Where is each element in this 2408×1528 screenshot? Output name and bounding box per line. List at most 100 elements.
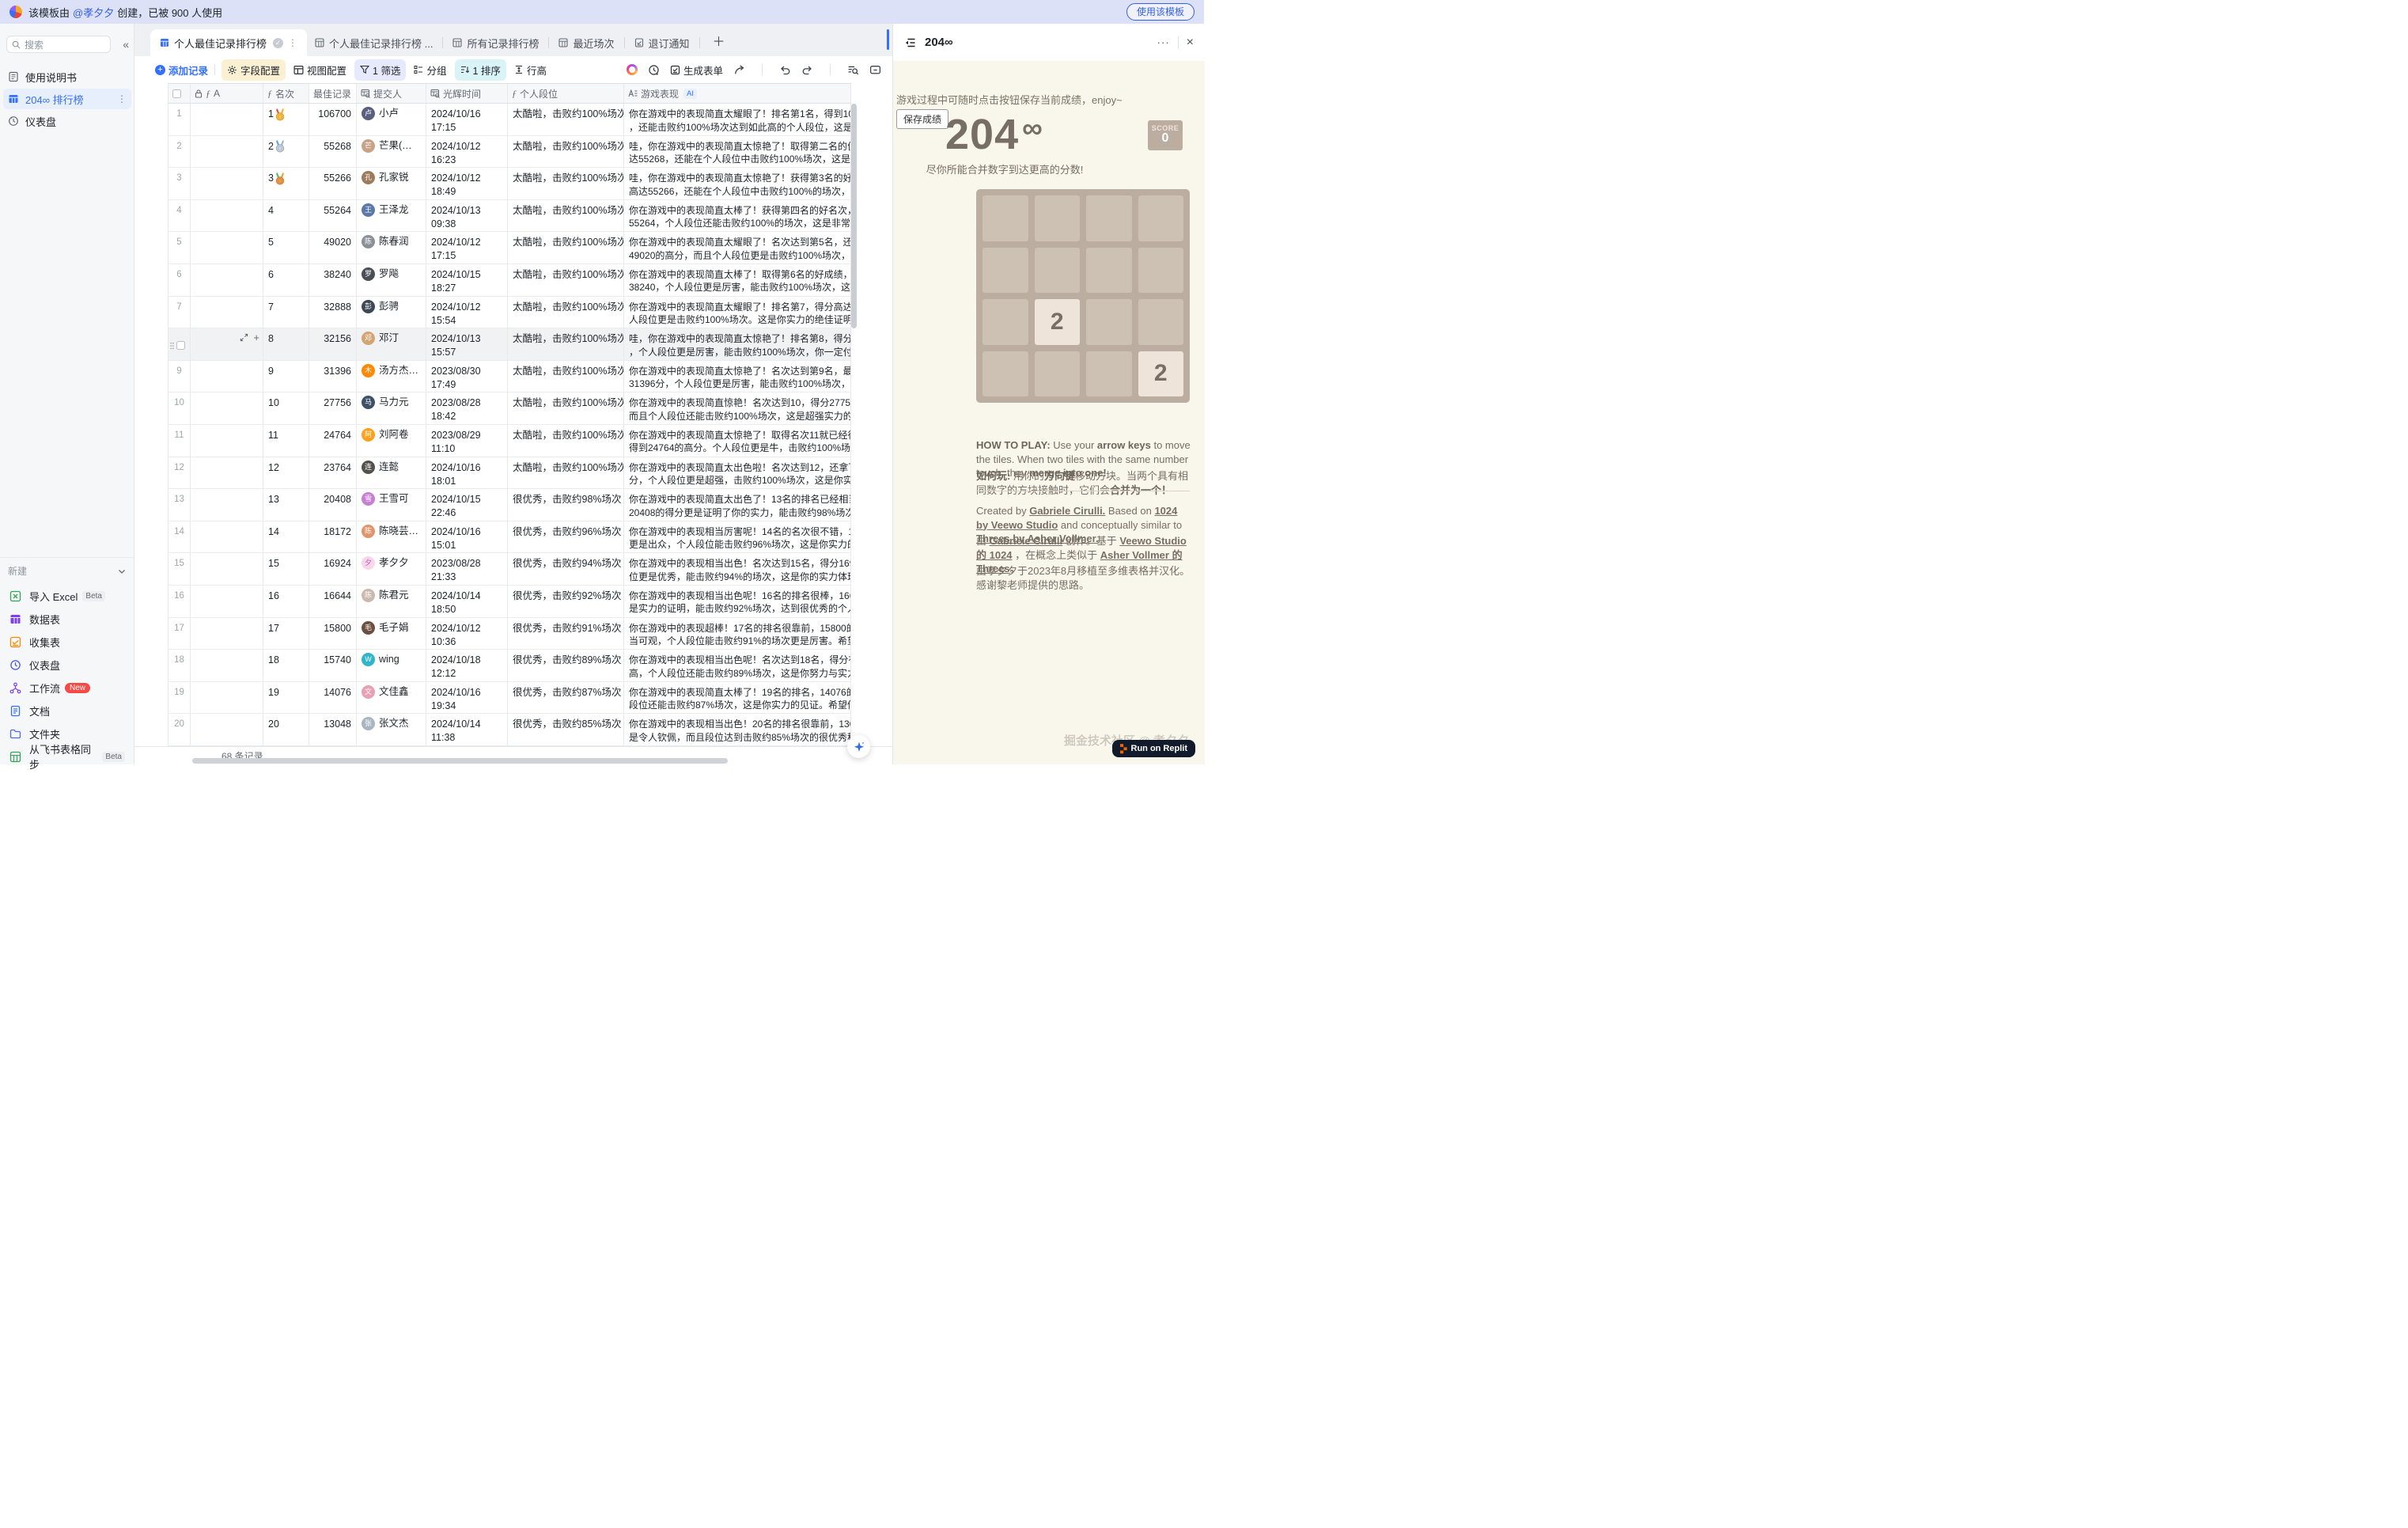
table-row[interactable]: 141418172陈陈晓芸(陈...2024/10/16 15:01很优秀，击败… bbox=[168, 521, 851, 554]
rank-cell[interactable]: 20 bbox=[263, 714, 309, 745]
ai-assistant-icon[interactable] bbox=[627, 64, 638, 75]
tier-cell[interactable]: 很优秀，击败约92%场次 bbox=[508, 586, 624, 617]
perf-cell[interactable]: 你在游戏中的表现简直太出色啦！名次达到12，还拿下23764的分，个人段位更是超… bbox=[624, 457, 851, 489]
time-cell[interactable]: 2024/10/15 18:27 bbox=[426, 264, 508, 296]
time-cell[interactable]: 2024/10/13 09:38 bbox=[426, 200, 508, 232]
score-cell[interactable]: 20408 bbox=[309, 489, 357, 521]
rank-cell[interactable]: 13 bbox=[263, 489, 309, 521]
primary-cell[interactable] bbox=[191, 714, 263, 745]
perf-cell[interactable]: 你在游戏中的表现简直太耀眼了！排名第7，得分高达32888，个人段位更是击败约1… bbox=[624, 297, 851, 328]
score-cell[interactable]: 15740 bbox=[309, 650, 357, 681]
user-cell[interactable]: 罗罗飚 bbox=[357, 264, 426, 296]
time-cell[interactable]: 2023/08/28 21:33 bbox=[426, 553, 508, 585]
header-checkbox-cell[interactable] bbox=[168, 84, 191, 103]
perf-cell[interactable]: 你在游戏中的表现超棒！17名的排名很靠前，15800的得分也是当可观，个人段位能… bbox=[624, 618, 851, 650]
header-time[interactable]: 光辉时间 bbox=[426, 84, 508, 103]
table-row[interactable]: 121223764连连懿2024/10/16 18:01太酷啦，击败约100%场… bbox=[168, 457, 851, 490]
time-cell[interactable]: 2024/10/16 17:15 bbox=[426, 104, 508, 135]
rank-cell[interactable]: 2 bbox=[263, 136, 309, 168]
sidebar-item-leaderboard[interactable]: 204∞ 排行榜 ⋮ bbox=[3, 89, 131, 109]
score-cell[interactable]: 27756 bbox=[309, 392, 357, 424]
rank-cell[interactable]: 7 bbox=[263, 297, 309, 328]
time-cell[interactable]: 2023/08/29 11:10 bbox=[426, 425, 508, 457]
header-score[interactable]: 最佳记录 bbox=[309, 84, 357, 103]
view-config-button[interactable]: 视图配置 bbox=[293, 63, 346, 78]
search-records-icon[interactable] bbox=[847, 64, 859, 76]
more-icon[interactable]: ⋮ bbox=[117, 93, 127, 104]
score-cell[interactable]: 24764 bbox=[309, 425, 357, 457]
user-cell[interactable]: Wwing bbox=[357, 650, 426, 681]
rank-cell[interactable]: 12 bbox=[263, 457, 309, 489]
time-cell[interactable]: 2024/10/12 15:54 bbox=[426, 297, 508, 328]
perf-cell[interactable]: 你在游戏中的表现简直太耀眼了！名次达到第5名，还取得了49020的高分，而且个人… bbox=[624, 232, 851, 264]
create-item-sync-sheet[interactable]: 从飞书表格同步 Beta bbox=[3, 746, 131, 767]
score-cell[interactable]: 16644 bbox=[309, 586, 357, 617]
create-item-datatable[interactable]: 数据表 bbox=[3, 609, 131, 629]
time-cell[interactable]: 2023/08/28 18:42 bbox=[426, 392, 508, 424]
score-cell[interactable]: 32156 bbox=[309, 328, 357, 360]
tier-cell[interactable]: 太酷啦，击败约100%场次 bbox=[508, 200, 624, 232]
primary-cell[interactable] bbox=[191, 618, 263, 650]
tier-cell[interactable]: 太酷啦，击败约100%场次 bbox=[508, 328, 624, 360]
tier-cell[interactable]: 很优秀，击败约98%场次 bbox=[508, 489, 624, 521]
time-cell[interactable]: 2024/10/16 18:01 bbox=[426, 457, 508, 489]
score-cell[interactable]: 106700 bbox=[309, 104, 357, 135]
sidebar-item-dashboard[interactable]: 仪表盘 bbox=[3, 111, 131, 131]
rank-cell[interactable]: 4 bbox=[263, 200, 309, 232]
drag-handle-icon[interactable] bbox=[170, 341, 174, 351]
add-view-tab-button[interactable]: ＋ bbox=[713, 31, 725, 50]
create-item-workflow[interactable]: 工作流 New bbox=[3, 677, 131, 698]
table-row[interactable]: 202013048张张文杰2024/10/14 11:38很优秀，击败约85%场… bbox=[168, 714, 851, 746]
select-all-checkbox[interactable] bbox=[172, 89, 181, 98]
close-icon[interactable]: × bbox=[1187, 36, 1194, 50]
expand-record-icon[interactable] bbox=[240, 333, 248, 342]
rank-cell[interactable]: 3 bbox=[263, 168, 309, 199]
table-row[interactable]: 181815740Wwing2024/10/18 12:12很优秀，击败约89%… bbox=[168, 650, 851, 682]
score-cell[interactable]: 55266 bbox=[309, 168, 357, 199]
run-on-replit-badge[interactable]: Run on Replit bbox=[1112, 740, 1196, 757]
link-gabriele[interactable]: Gabriele Cirulli. bbox=[1029, 505, 1105, 517]
primary-cell[interactable] bbox=[191, 104, 263, 135]
horizontal-scrollbar[interactable] bbox=[192, 758, 728, 764]
perf-cell[interactable]: 你在游戏中的表现简直太出色了！13名的排名已经相当靠前，20408的得分更是证明… bbox=[624, 489, 851, 521]
table-row[interactable]: 6638240罗罗飚2024/10/15 18:27太酷啦，击败约100%场次你… bbox=[168, 264, 851, 297]
create-item-import-excel[interactable]: 导入 Excel Beta bbox=[3, 586, 131, 606]
score-cell[interactable]: 31396 bbox=[309, 361, 357, 392]
rank-cell[interactable]: 11 bbox=[263, 425, 309, 457]
tier-cell[interactable]: 太酷啦，击败约100%场次 bbox=[508, 232, 624, 264]
primary-cell[interactable] bbox=[191, 489, 263, 521]
tab-unsubscribe[interactable]: 退订通知 bbox=[627, 29, 698, 56]
panel-resize-accent[interactable] bbox=[887, 29, 889, 50]
tab-recent-games[interactable]: 最近场次 bbox=[551, 29, 622, 56]
perf-cell[interactable]: 哇，你在游戏中的表现简直太惊艳了！取得第二名的佳绩，得分达55268，还能在个人… bbox=[624, 136, 851, 168]
rank-cell[interactable]: 14 bbox=[263, 521, 309, 553]
tier-cell[interactable]: 太酷啦，击败约100%场次 bbox=[508, 168, 624, 199]
tier-cell[interactable]: 很优秀，击败约87%场次 bbox=[508, 682, 624, 714]
share-icon[interactable] bbox=[733, 64, 745, 76]
row-select-cell[interactable] bbox=[168, 328, 191, 360]
header-a[interactable]: ƒ A bbox=[191, 84, 263, 103]
banner-author-link[interactable]: @孝夕夕 bbox=[73, 5, 114, 20]
time-cell[interactable]: 2024/10/12 16:23 bbox=[426, 136, 508, 168]
table-row[interactable]: 7732888彭彭骋2024/10/12 15:54太酷啦，击败约100%场次你… bbox=[168, 297, 851, 329]
tier-cell[interactable]: 太酷啦，击败约100%场次 bbox=[508, 297, 624, 328]
rank-cell[interactable]: 8 bbox=[263, 328, 309, 360]
user-cell[interactable]: 雪王雪可 bbox=[357, 489, 426, 521]
user-cell[interactable]: 邓邓汀 bbox=[357, 328, 426, 360]
score-cell[interactable]: 14076 bbox=[309, 682, 357, 714]
rank-cell[interactable]: 18 bbox=[263, 650, 309, 681]
header-rank[interactable]: ƒ名次 bbox=[263, 84, 309, 103]
primary-cell[interactable] bbox=[191, 553, 263, 585]
generate-form-button[interactable]: 生成表单 bbox=[670, 63, 723, 78]
table-row[interactable]: 151516924夕孝夕夕2023/08/28 21:33很优秀，击败约94%场… bbox=[168, 553, 851, 586]
primary-cell[interactable] bbox=[191, 297, 263, 328]
game-board[interactable]: 22 bbox=[976, 189, 1190, 403]
panel-more-icon[interactable]: ··· bbox=[1157, 36, 1170, 48]
perf-cell[interactable]: 你在游戏中的表现简直太耀眼了！排名第1名，得到106700的高，还能击败约100… bbox=[624, 104, 851, 135]
row-height-button[interactable]: 行高 bbox=[514, 63, 547, 78]
user-cell[interactable]: 卢小卢 bbox=[357, 104, 426, 135]
perf-cell[interactable]: 你在游戏中的表现相当出色呢！名次达到18名，得分有15740这高，个人段位还能击… bbox=[624, 650, 851, 681]
history-icon[interactable] bbox=[648, 64, 660, 76]
table-row[interactable]: 4455264王王泽龙2024/10/13 09:38太酷啦，击败约100%场次… bbox=[168, 200, 851, 233]
tab-personal-best-2[interactable]: 个人最佳记录排行榜 ... bbox=[307, 29, 441, 56]
